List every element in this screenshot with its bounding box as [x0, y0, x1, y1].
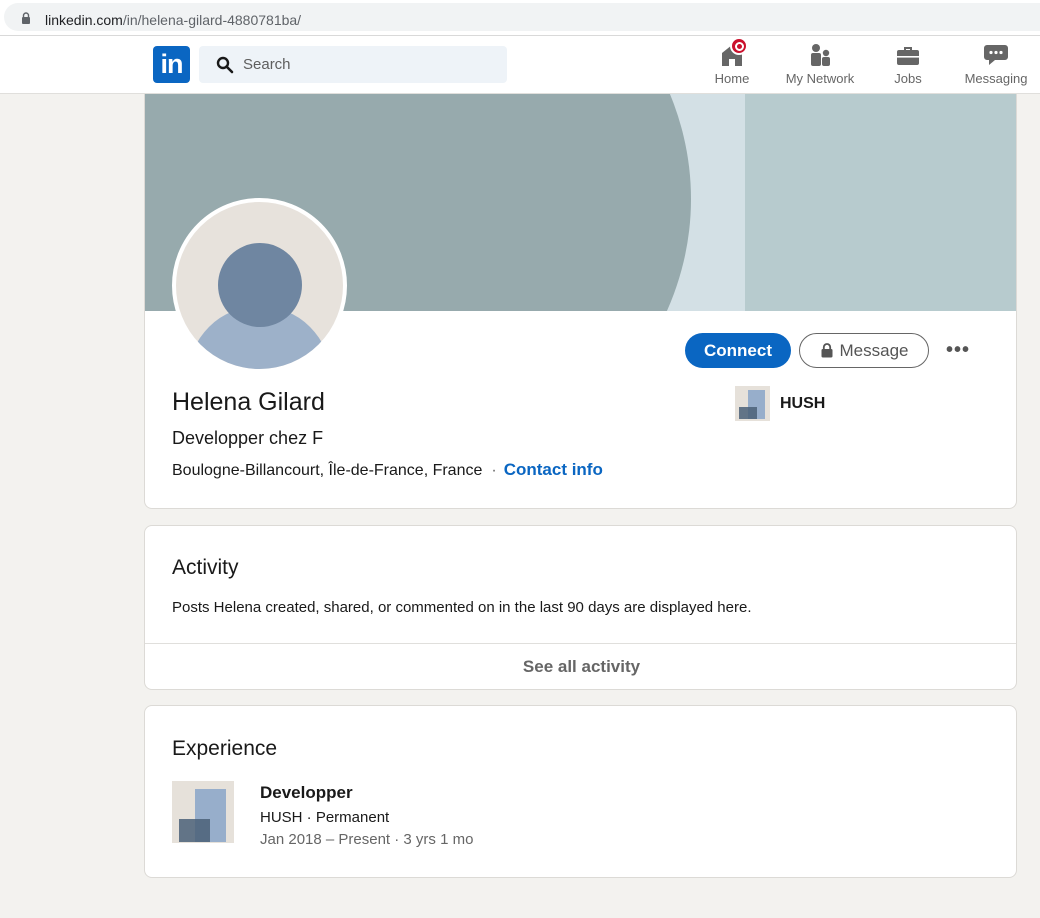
nav-jobs[interactable]: Jobs: [880, 42, 936, 90]
activity-card: Activity Posts Helena created, shared, o…: [144, 525, 1017, 690]
lock-icon: [22, 12, 30, 24]
browser-address-bar: linkedin.com/in/helena-gilard-4880781ba/: [0, 0, 1040, 36]
experience-role[interactable]: Developper: [260, 783, 353, 803]
avatar[interactable]: [172, 198, 347, 373]
connect-button[interactable]: Connect: [685, 333, 791, 368]
search-input[interactable]: [243, 46, 493, 83]
experience-dates: Jan 2018 – Present · 3 yrs 1 mo: [260, 831, 474, 848]
location-row: Boulogne-Billancourt, Île-de-France, Fra…: [172, 460, 603, 480]
search-box[interactable]: [199, 46, 507, 83]
experience-company-logo[interactable]: [172, 781, 234, 843]
notification-badge: [730, 37, 748, 55]
see-all-activity-button[interactable]: See all activity: [145, 643, 1016, 689]
company-name: HUSH: [780, 394, 826, 412]
current-company[interactable]: HUSH: [735, 386, 825, 421]
profile-headline: Developper chez F: [172, 428, 324, 448]
company-logo-block: [739, 407, 757, 419]
search-icon: [216, 56, 234, 74]
experience-card: Experience Developper HUSH · Permanent J…: [144, 705, 1017, 878]
contact-info-link[interactable]: Contact info: [504, 460, 603, 479]
more-actions-button[interactable]: •••: [942, 336, 974, 364]
lock-icon: [821, 343, 832, 358]
profile-name: Helena Gilard: [172, 388, 325, 416]
nav-my-network[interactable]: My Network: [780, 42, 860, 90]
briefcase-icon: [895, 42, 921, 68]
profile-location: Boulogne-Billancourt, Île-de-France, Fra…: [172, 462, 483, 479]
profile-card: Connect Message ••• Helena Gilard Develo…: [144, 94, 1017, 509]
nav-messaging[interactable]: Messaging: [958, 42, 1034, 90]
activity-text: Posts Helena created, shared, or comment…: [172, 599, 752, 616]
linkedin-logo[interactable]: in: [153, 46, 190, 83]
company-logo: [735, 386, 770, 421]
nav-home[interactable]: Home: [702, 37, 762, 90]
separator-dot: ·: [491, 462, 497, 479]
nav-jobs-label: Jobs: [894, 71, 922, 86]
nav-messaging-label: Messaging: [964, 71, 1028, 86]
message-button-label: Message: [839, 340, 909, 360]
url-text: linkedin.com/in/helena-gilard-4880781ba/: [45, 12, 301, 28]
nav-my-network-label: My Network: [785, 71, 855, 86]
experience-company: HUSH · Permanent: [260, 809, 390, 826]
url-field[interactable]: linkedin.com/in/helena-gilard-4880781ba/: [4, 3, 1040, 31]
chat-icon: [983, 42, 1009, 68]
experience-title: Experience: [172, 737, 278, 760]
global-nav: in Home My Network: [0, 36, 1040, 94]
url-host: linkedin.com: [45, 12, 123, 28]
avatar-head: [218, 243, 302, 327]
home-icon: [719, 37, 748, 68]
activity-title: Activity: [172, 556, 239, 579]
url-path: /in/helena-gilard-4880781ba/: [122, 12, 302, 28]
nav-home-label: Home: [714, 71, 750, 86]
network-icon: [807, 42, 833, 68]
message-button[interactable]: Message: [799, 333, 929, 368]
company-logo-block: [179, 819, 210, 842]
